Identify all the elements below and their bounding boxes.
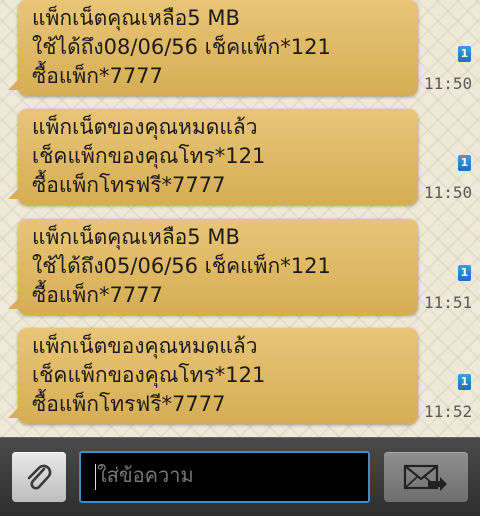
message-line: ใช้ได้ถึง05/06/56 เช็คแพ็ก*121 — [32, 254, 331, 278]
message-line: ใช้ได้ถึง08/06/56 เช็คแพ็ก*121 — [32, 35, 331, 59]
message-line: แพ็กเน็ตคุณเหลือ5 MB — [32, 6, 240, 30]
text-cursor — [95, 463, 96, 490]
composer-bar: ใส่ข้อความ — [0, 437, 480, 516]
send-message-icon — [403, 464, 447, 491]
message-line: เช็คแพ็กของคุณโทร*121 — [32, 144, 266, 168]
message-line: ซื้อแพ็ก*7777 — [32, 64, 163, 88]
message-line: ซื้อแพ็กโทรฟรี*7777 — [32, 173, 226, 197]
paperclip-icon — [27, 464, 52, 490]
message-input-placeholder: ใส่ข้อความ — [97, 463, 194, 487]
sim-badge-icon: 1 — [458, 46, 471, 62]
sim-badge-icon: 1 — [458, 374, 471, 390]
send-button[interactable] — [384, 452, 468, 502]
message-line: เช็คแพ็กของคุณโทร*121 — [32, 363, 266, 387]
message-time: 11:52 — [424, 402, 473, 421]
message-list[interactable]: แพ็กเน็ตคุณเหลือ5 MB ใช้ได้ถึง08/06/56 เ… — [0, 0, 480, 437]
sim-badge-icon: 1 — [458, 265, 471, 281]
message-line: ซื้อแพ็กโทรฟรี*7777 — [32, 392, 226, 416]
message-line: แพ็กเน็ตคุณเหลือ5 MB — [32, 225, 240, 249]
message-bubble[interactable]: แพ็กเน็ตคุณเหลือ5 MB ใช้ได้ถึง08/06/56 เ… — [8, 0, 418, 96]
message-time: 11:51 — [424, 293, 473, 312]
sim-badge-icon: 1 — [458, 155, 471, 171]
attach-button[interactable] — [12, 452, 66, 502]
message-time: 11:50 — [424, 183, 473, 202]
message-bubble[interactable]: แพ็กเน็ตคุณเหลือ5 MB ใช้ได้ถึง05/06/56 เ… — [8, 219, 418, 315]
message-item: แพ็กเน็ตของคุณหมดแล้ว เช็คแพ็กของคุณโทร*… — [0, 109, 480, 217]
message-item: แพ็กเน็ตของคุณหมดแล้ว เช็คแพ็กของคุณโทร*… — [0, 328, 480, 436]
message-bubble[interactable]: แพ็กเน็ตของคุณหมดแล้ว เช็คแพ็กของคุณโทร*… — [8, 328, 418, 424]
message-input[interactable]: ใส่ข้อความ — [79, 451, 370, 503]
message-item: แพ็กเน็ตคุณเหลือ5 MB ใช้ได้ถึง05/06/56 เ… — [0, 219, 480, 327]
message-line: ซื้อแพ็ก*7777 — [32, 283, 163, 307]
message-line: แพ็กเน็ตของคุณหมดแล้ว — [32, 334, 258, 358]
message-time: 11:50 — [424, 74, 473, 93]
message-bubble[interactable]: แพ็กเน็ตของคุณหมดแล้ว เช็คแพ็กของคุณโทร*… — [8, 109, 418, 205]
message-item: แพ็กเน็ตคุณเหลือ5 MB ใช้ได้ถึง08/06/56 เ… — [0, 0, 480, 108]
message-line: แพ็กเน็ตของคุณหมดแล้ว — [32, 115, 258, 139]
